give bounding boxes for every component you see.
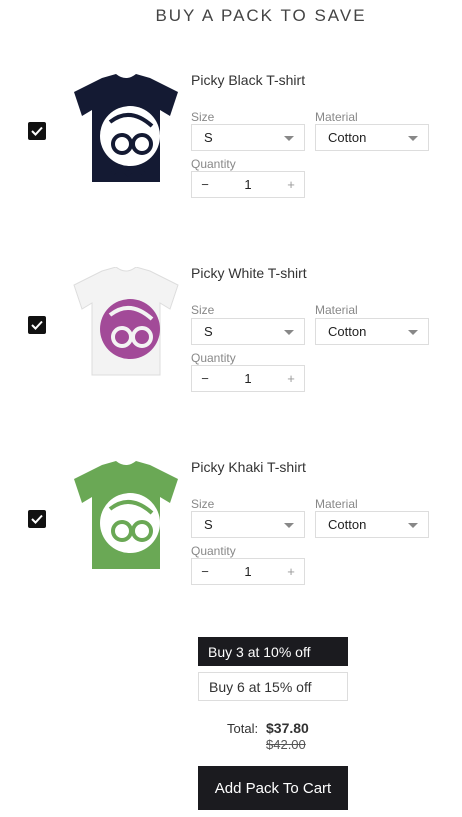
material-label: Material: [315, 497, 358, 511]
quantity-stepper: − 1 +: [191, 365, 305, 392]
product-item-khaki: Picky Khaki T-shirt Size Material S Cott…: [0, 447, 462, 607]
chevron-down-icon: [284, 523, 294, 528]
increment-button[interactable]: +: [278, 564, 304, 579]
tshirt-icon: [72, 266, 180, 377]
decrement-button[interactable]: −: [192, 177, 218, 192]
product-item-white: Picky White T-shirt Size Material S Cott…: [0, 253, 462, 413]
total-price: $37.80: [266, 720, 309, 736]
material-select[interactable]: Cotton: [315, 124, 429, 151]
material-select[interactable]: Cotton: [315, 511, 429, 538]
total-label: Total:: [227, 721, 259, 736]
quantity-label: Quantity: [191, 157, 236, 171]
quantity-value[interactable]: 1: [244, 371, 251, 386]
product-name: Picky Khaki T-shirt: [191, 459, 306, 475]
quantity-stepper: − 1 +: [191, 171, 305, 198]
material-label: Material: [315, 110, 358, 124]
chevron-down-icon: [284, 136, 294, 141]
add-pack-to-cart-button[interactable]: Add Pack To Cart: [198, 766, 348, 810]
checkmark-icon: [31, 126, 43, 136]
size-label: Size: [191, 303, 215, 317]
chevron-down-icon: [408, 136, 418, 141]
offer-option-3-pack[interactable]: Buy 3 at 10% off: [198, 637, 348, 666]
size-label: Size: [191, 110, 215, 124]
product-name: Picky White T-shirt: [191, 265, 307, 281]
quantity-label: Quantity: [191, 351, 236, 365]
size-value: S: [204, 324, 213, 339]
checkmark-icon: [31, 320, 43, 330]
size-select[interactable]: S: [191, 318, 305, 345]
product-item-black: Picky Black T-shirt Size Material S Cott…: [0, 60, 462, 220]
size-select[interactable]: S: [191, 511, 305, 538]
material-value: Cotton: [328, 130, 367, 145]
original-price: $42.00: [266, 737, 306, 752]
increment-button[interactable]: +: [278, 371, 304, 386]
material-select[interactable]: Cotton: [315, 318, 429, 345]
material-value: Cotton: [328, 517, 367, 532]
increment-button[interactable]: +: [278, 177, 304, 192]
product-checkbox[interactable]: [28, 510, 46, 528]
chevron-down-icon: [284, 330, 294, 335]
page-title: BUY A PACK TO SAVE: [155, 6, 367, 25]
quantity-label: Quantity: [191, 544, 236, 558]
checkmark-icon: [31, 514, 43, 524]
material-value: Cotton: [328, 324, 367, 339]
quantity-value[interactable]: 1: [244, 564, 251, 579]
chevron-down-icon: [408, 523, 418, 528]
product-checkbox[interactable]: [28, 316, 46, 334]
decrement-button[interactable]: −: [192, 371, 218, 386]
size-value: S: [204, 130, 213, 145]
material-label: Material: [315, 303, 358, 317]
size-label: Size: [191, 497, 215, 511]
quantity-stepper: − 1 +: [191, 558, 305, 585]
offer-option-6-pack[interactable]: Buy 6 at 15% off: [198, 672, 348, 701]
tshirt-icon: [72, 461, 180, 571]
chevron-down-icon: [408, 330, 418, 335]
product-checkbox[interactable]: [28, 122, 46, 140]
size-select[interactable]: S: [191, 124, 305, 151]
product-name: Picky Black T-shirt: [191, 72, 306, 88]
quantity-value[interactable]: 1: [244, 177, 251, 192]
size-value: S: [204, 517, 213, 532]
tshirt-icon: [72, 74, 180, 184]
decrement-button[interactable]: −: [192, 564, 218, 579]
